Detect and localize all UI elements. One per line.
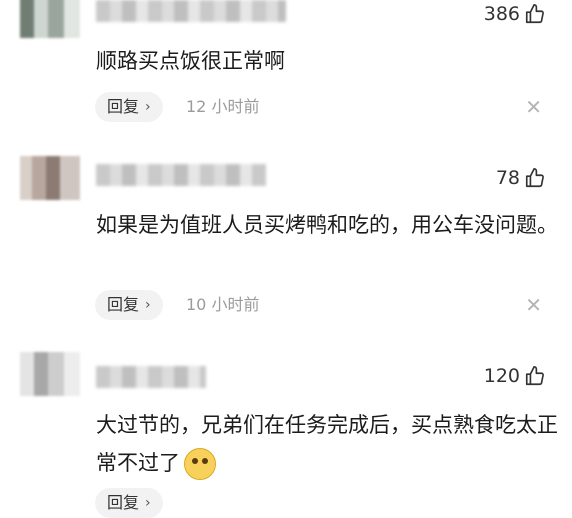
username-blurred[interactable] [96, 164, 266, 186]
comment-time: 10 小时前 [186, 295, 260, 314]
comment-text: 如果是为值班人员买烤鸭和吃的，用公车没问题。 [96, 213, 558, 237]
like-control[interactable]: 120 [484, 362, 546, 390]
username-blurred[interactable] [96, 366, 206, 388]
close-icon[interactable]: ✕ [525, 92, 542, 122]
reply-button[interactable]: 回复 › [95, 92, 163, 122]
reply-label: 回复 [107, 97, 140, 116]
comment-text: 顺路买点饭很正常啊 [96, 49, 285, 73]
smirk-emoji-icon [184, 448, 216, 480]
like-control[interactable]: 386 [484, 0, 546, 28]
chevron-right-icon: › [145, 297, 151, 313]
reply-button[interactable]: 回复 › [95, 488, 163, 518]
avatar[interactable] [20, 0, 80, 38]
like-count: 78 [495, 167, 520, 189]
reply-button[interactable]: 回复 › [95, 290, 163, 320]
reply-label: 回复 [107, 493, 140, 512]
like-count: 386 [483, 3, 520, 25]
thumbs-up-icon[interactable] [524, 3, 546, 25]
thumbs-up-icon[interactable] [524, 365, 546, 387]
username-blurred[interactable] [96, 0, 286, 22]
like-control[interactable]: 78 [496, 164, 546, 192]
reply-label: 回复 [107, 295, 140, 314]
close-icon[interactable]: ✕ [525, 290, 542, 320]
avatar[interactable] [20, 352, 80, 396]
comment-time: 12 小时前 [186, 97, 260, 116]
avatar[interactable] [20, 156, 80, 200]
thumbs-up-icon[interactable] [524, 167, 546, 189]
chevron-right-icon: › [145, 495, 151, 511]
chevron-right-icon: › [145, 99, 151, 115]
comment-text-body: 大过节的，兄弟们在任务完成后，买点熟食吃太正常不过了 [96, 413, 558, 475]
comment-text: 大过节的，兄弟们在任务完成后，买点熟食吃太正常不过了 [96, 406, 566, 482]
like-count: 120 [483, 365, 520, 387]
